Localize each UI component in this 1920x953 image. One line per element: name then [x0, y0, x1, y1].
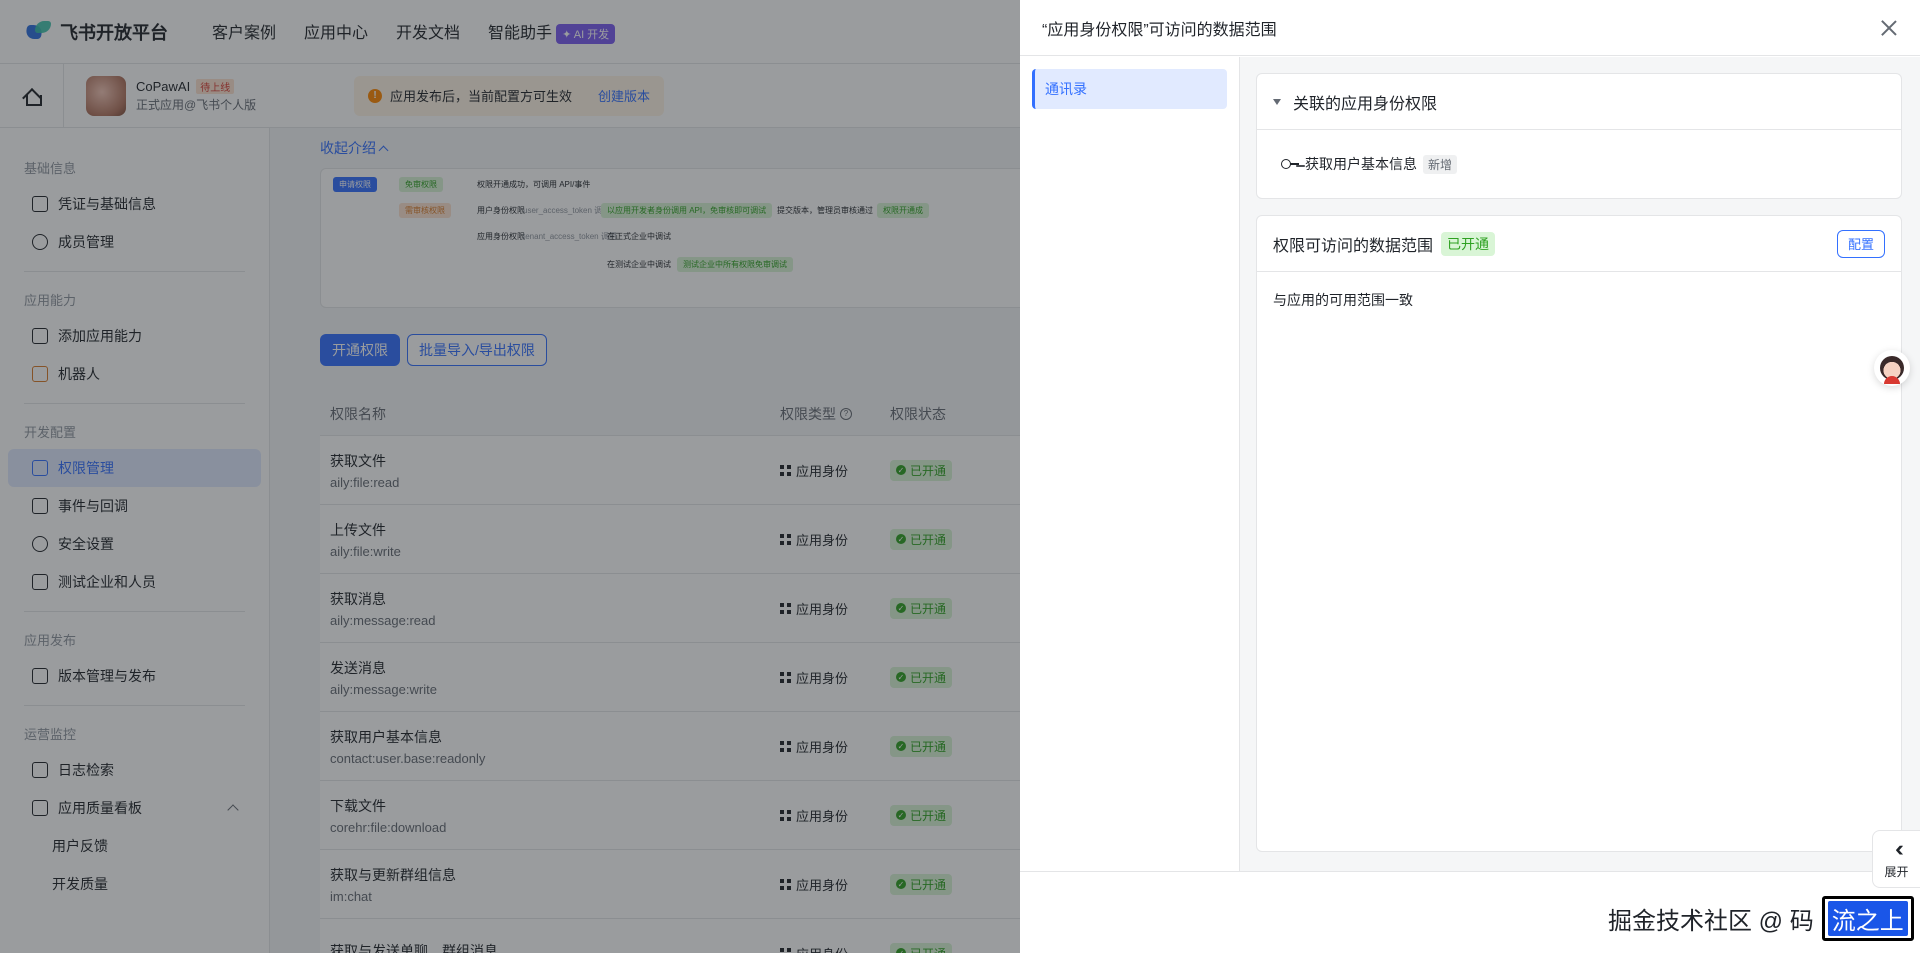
assistant-face-icon [1880, 356, 1904, 384]
card-title: 关联的应用身份权限 [1293, 95, 1438, 113]
watermark: 掘金技术社区 @ 码 流之上 [1608, 896, 1914, 941]
card-title: 权限可访问的数据范围 [1273, 237, 1434, 255]
expand-panel-button[interactable]: ‹‹ 展开 [1872, 830, 1920, 888]
drawer-nav-item-contacts[interactable]: 通讯录 [1032, 69, 1227, 109]
caret-down-icon [1273, 98, 1281, 105]
expand-label: 展开 [1884, 864, 1909, 879]
watermark-boxed-text: 流之上 [1827, 901, 1908, 936]
drawer-content: 关联的应用身份权限 获取用户基本信息 新增 权限可访问的数据范围 已开通 配置 … [1240, 57, 1920, 871]
configure-button[interactable]: 配置 [1836, 229, 1885, 258]
linked-permissions-card: 关联的应用身份权限 获取用户基本信息 新增 [1256, 73, 1902, 199]
data-scope-description: 与应用的可用范围一致 [1273, 292, 1413, 308]
drawer-header: “应用身份权限”可访问的数据范围 [1020, 0, 1920, 56]
assistant-avatar-button[interactable] [1874, 350, 1910, 386]
linked-permissions-header[interactable]: 关联的应用身份权限 [1257, 74, 1901, 130]
watermark-text: 掘金技术社区 @ 码 [1608, 908, 1814, 935]
linked-permission-name: 获取用户基本信息 [1305, 156, 1417, 172]
drawer-title: “应用身份权限”可访问的数据范围 [1042, 21, 1277, 39]
watermark-box: 流之上 [1821, 896, 1914, 941]
drawer-nav: 通讯录 [1020, 57, 1240, 871]
key-icon [1281, 159, 1299, 169]
data-scope-header: 权限可访问的数据范围 已开通 配置 [1257, 216, 1901, 272]
double-chevron-left-icon: ‹‹ [1895, 835, 1903, 861]
data-scope-drawer: “应用身份权限”可访问的数据范围 通讯录 关联的应用身份权限 获取用户基本信息 … [1020, 0, 1920, 953]
status-badge: 已开通 [1441, 231, 1496, 256]
close-icon[interactable] [1880, 19, 1898, 37]
data-scope-card: 权限可访问的数据范围 已开通 配置 与应用的可用范围一致 [1256, 215, 1902, 852]
new-badge: 新增 [1423, 154, 1458, 174]
